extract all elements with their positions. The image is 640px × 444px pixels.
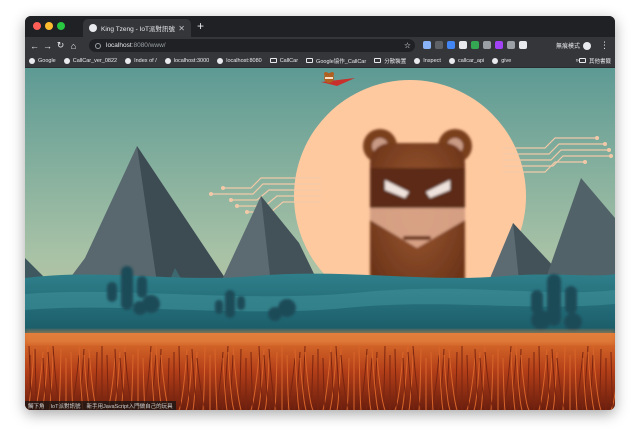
incognito-indicator[interactable]: 無痕模式 xyxy=(556,41,592,50)
globe-icon xyxy=(448,57,455,64)
bookmark-label: localhost:8080 xyxy=(226,57,262,64)
bookmarks-bar: Google CallCar_ver_0822 Index of / localhos… xyxy=(25,54,615,68)
close-icon[interactable]: ✕ xyxy=(178,24,185,33)
bookmark-label: Google協作_CallCar xyxy=(316,58,367,65)
other-bookmarks-folder[interactable]: 其他書籤 xyxy=(578,57,611,65)
bookmark-label: callcar_api xyxy=(457,57,485,64)
back-arrow-icon[interactable]: ← xyxy=(28,41,41,51)
status-bar: 觸下角 IoT派對訊號 新手用JavaScript入門做自己的玩具 xyxy=(25,401,176,410)
bookmark-label: CallCar xyxy=(279,57,299,64)
folder-icon xyxy=(306,58,314,63)
bookmark-item[interactable]: give xyxy=(492,57,512,64)
bookmark-item[interactable]: Google xyxy=(29,57,56,64)
extension-icon[interactable] xyxy=(423,41,431,49)
menu-dots-icon[interactable]: ⋮ xyxy=(600,40,609,51)
url-path: :8080/www/ xyxy=(131,42,166,49)
status-item: 新手用JavaScript入門做自己的玩具 xyxy=(86,403,173,410)
other-bookmarks-label: 其他書籤 xyxy=(588,58,611,65)
bookmark-item[interactable]: callcar_api xyxy=(448,57,485,64)
bookmark-item[interactable]: localhost:3000 xyxy=(164,57,210,64)
forward-arrow-icon[interactable]: → xyxy=(41,41,54,51)
bookmark-item[interactable]: 分散裝置 xyxy=(374,57,406,65)
bookmark-label: give xyxy=(501,57,512,64)
globe-icon xyxy=(164,57,171,64)
bookmark-item[interactable]: Google協作_CallCar xyxy=(306,57,366,65)
bookmark-label: 分散裝置 xyxy=(384,58,407,65)
extension-icon[interactable] xyxy=(447,41,455,49)
folder-icon xyxy=(374,58,382,63)
bookmark-label: Index of / xyxy=(134,57,157,64)
status-item: IoT派對訊號 xyxy=(50,403,81,410)
bookmark-star-icon[interactable]: ☆ xyxy=(404,41,411,50)
tab-favicon-icon xyxy=(89,24,97,32)
incognito-label: 無痕模式 xyxy=(556,44,581,50)
bear-mouth xyxy=(403,236,431,240)
extension-icon[interactable] xyxy=(435,41,443,49)
extension-icon[interactable] xyxy=(519,41,527,49)
tab-active[interactable]: King Tzeng - IoT派對訊號 | 創... ✕ xyxy=(83,19,191,37)
extension-icon[interactable] xyxy=(507,41,515,49)
bookmark-label: CallCar_ver_0822 xyxy=(72,57,118,64)
globe-icon xyxy=(63,57,70,64)
globe-icon xyxy=(492,57,499,64)
info-icon[interactable] xyxy=(95,42,101,49)
status-item: 觸下角 xyxy=(28,403,45,410)
folder-icon xyxy=(578,58,586,63)
globe-icon xyxy=(414,57,421,64)
extensions-row xyxy=(423,41,527,49)
bookmark-item[interactable]: Inspect xyxy=(414,57,441,64)
globe-icon xyxy=(125,57,132,64)
address-bar[interactable]: localhost :8080/www/ ☆ xyxy=(89,39,415,52)
bookmark-item[interactable]: Index of / xyxy=(125,57,157,64)
incognito-icon xyxy=(583,41,592,50)
reload-icon[interactable]: ↻ xyxy=(54,40,67,51)
extension-icon[interactable] xyxy=(495,41,503,49)
globe-icon xyxy=(29,57,35,64)
toolbar: ← → ↻ ⌂ localhost :8080/www/ ☆ 無痕模式 ⋮ xyxy=(25,37,615,54)
extension-icon[interactable] xyxy=(483,41,491,49)
bookmark-label: Inspect xyxy=(423,57,441,64)
scene-illustration xyxy=(25,68,615,410)
new-tab-button[interactable]: + xyxy=(197,19,204,33)
bookmark-item[interactable]: CallCar_ver_0822 xyxy=(63,57,118,64)
extension-icon[interactable] xyxy=(459,41,467,49)
minimize-window-button[interactable] xyxy=(45,22,53,30)
folder-icon xyxy=(269,58,277,63)
globe-icon xyxy=(217,57,224,64)
browser-window: King Tzeng - IoT派對訊號 | 創... ✕ + ← → ↻ ⌂ … xyxy=(25,16,615,410)
bookmark-label: localhost:3000 xyxy=(173,57,210,64)
close-window-button[interactable] xyxy=(33,22,41,30)
tab-title: King Tzeng - IoT派對訊號 | 創... xyxy=(101,26,175,33)
home-icon[interactable]: ⌂ xyxy=(67,41,80,51)
bookmark-item[interactable]: CallCar xyxy=(269,57,299,64)
bookmark-label: Google xyxy=(38,57,56,64)
page-viewport: 觸下角 IoT派對訊號 新手用JavaScript入門做自己的玩具 xyxy=(25,68,615,410)
url-host: localhost xyxy=(106,42,132,49)
bookmark-item[interactable]: localhost:8080 xyxy=(217,57,262,64)
maximize-window-button[interactable] xyxy=(57,22,65,30)
tab-strip: King Tzeng - IoT派對訊號 | 創... ✕ + xyxy=(25,16,615,37)
extension-icon[interactable] xyxy=(471,41,479,49)
